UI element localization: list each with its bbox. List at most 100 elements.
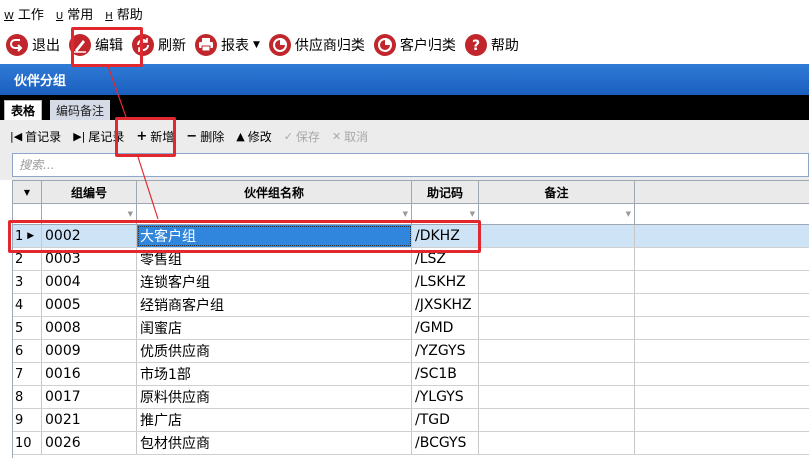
- help-button[interactable]: ? 帮助: [464, 29, 519, 61]
- menu-common[interactable]: U 常用: [56, 4, 93, 23]
- menu-work[interactable]: W 工作: [4, 4, 44, 23]
- modify-button-label: 修改: [247, 129, 272, 144]
- cell-mnemonic[interactable]: /BCGYS: [412, 432, 479, 454]
- cell-note[interactable]: [479, 363, 635, 385]
- chevron-down-icon: ▼: [253, 40, 260, 50]
- cell-name[interactable]: 推广店: [137, 409, 412, 431]
- annotation-box-add: [115, 117, 176, 157]
- cell-note[interactable]: [479, 409, 635, 431]
- column-header[interactable]: 伙伴组名称: [137, 181, 412, 203]
- menu-help[interactable]: H 帮助: [105, 4, 143, 23]
- row-number: 4: [13, 294, 42, 316]
- cell-code[interactable]: 0021: [42, 409, 137, 431]
- pie-chart-icon: [268, 34, 291, 56]
- cell-note[interactable]: [479, 340, 635, 362]
- triangle-up-icon: ▲: [236, 129, 245, 143]
- cell-mnemonic[interactable]: /GMD: [412, 317, 479, 339]
- cell-mnemonic[interactable]: /JXSKHZ: [412, 294, 479, 316]
- help-button-label: 帮助: [490, 38, 519, 54]
- column-header[interactable]: 组编号: [42, 181, 137, 203]
- cell-name[interactable]: 市场1部: [137, 363, 412, 385]
- row-number: 3: [13, 271, 42, 293]
- report-button[interactable]: 报表 ▼: [194, 29, 260, 61]
- table-row[interactable]: 3 0004 连锁客户组 /LSKHZ: [13, 271, 809, 294]
- filter-cell[interactable]: ▼: [479, 204, 635, 224]
- cell-note[interactable]: [479, 386, 635, 408]
- menu-work-label: 工作: [17, 7, 44, 23]
- cell-name[interactable]: 包材供应商: [137, 432, 412, 454]
- cell-note[interactable]: [479, 271, 635, 293]
- table-row[interactable]: 9 0021 推广店 /TGD: [13, 409, 809, 432]
- cell-name[interactable]: 优质供应商: [137, 340, 412, 362]
- table-row[interactable]: 7 0016 市场1部 /SC1B: [13, 363, 809, 386]
- table-row[interactable]: 6 0009 优质供应商 /YZGYS: [13, 340, 809, 363]
- customer-classify-label: 客户归类: [399, 38, 456, 54]
- close-icon: ✕: [331, 129, 342, 143]
- row-number: 8: [13, 386, 42, 408]
- grid-header-row: ▼ 组编号 伙伴组名称 助记码 备注: [13, 180, 809, 204]
- menu-work-key: W: [4, 10, 14, 22]
- cancel-button[interactable]: ✕ 取消: [332, 128, 368, 145]
- cell-code[interactable]: 0005: [42, 294, 137, 316]
- cell-mnemonic[interactable]: /YLGYS: [412, 386, 479, 408]
- supplier-classify-button[interactable]: 供应商归类: [268, 29, 365, 61]
- cell-note[interactable]: [479, 225, 635, 247]
- cell-name[interactable]: 原料供应商: [137, 386, 412, 408]
- cell-code[interactable]: 0016: [42, 363, 137, 385]
- table-row[interactable]: 10 0026 包材供应商 /BCGYS: [13, 432, 809, 455]
- section-title: 伙伴分组: [0, 64, 809, 95]
- filter-dropdown-icon[interactable]: ▼: [470, 210, 475, 218]
- checkmark-icon: ✓: [283, 129, 293, 143]
- exit-button[interactable]: 退出: [5, 29, 60, 61]
- help-icon: ?: [464, 34, 487, 56]
- delete-button-label: 删除: [200, 129, 225, 144]
- row-number: 9: [13, 409, 42, 431]
- filter-dropdown-icon[interactable]: ▼: [403, 210, 408, 218]
- refresh-button-label: 刷新: [158, 38, 186, 54]
- tab-table[interactable]: 表格: [4, 100, 43, 120]
- save-button[interactable]: ✓ 保存: [284, 128, 320, 145]
- cell-note[interactable]: [479, 248, 635, 270]
- cell-name[interactable]: 闺蜜店: [137, 317, 412, 339]
- exit-button-label: 退出: [32, 38, 60, 54]
- menu-bar: W 工作 U 常用 H 帮助: [0, 0, 809, 26]
- cell-code[interactable]: 0008: [42, 317, 137, 339]
- filter-dropdown-icon[interactable]: ▼: [626, 210, 631, 218]
- supplier-classify-label: 供应商归类: [294, 38, 365, 54]
- tab-code-notes[interactable]: 编码备注: [50, 100, 111, 120]
- cell-mnemonic[interactable]: /TGD: [412, 409, 479, 431]
- first-record-icon: |◀: [10, 129, 23, 143]
- minus-icon: −: [186, 128, 198, 144]
- cell-name[interactable]: 连锁客户组: [137, 271, 412, 293]
- row-number: 7: [13, 363, 42, 385]
- column-header[interactable]: 备注: [479, 181, 635, 203]
- filter-dropdown-icon[interactable]: ▼: [128, 210, 133, 218]
- first-record-label: 首记录: [25, 129, 62, 144]
- cell-mnemonic[interactable]: /LSKHZ: [412, 271, 479, 293]
- row-indicator-header[interactable]: ▼: [13, 181, 42, 203]
- first-record-button[interactable]: |◀ 首记录: [10, 128, 61, 145]
- cell-mnemonic[interactable]: /YZGYS: [412, 340, 479, 362]
- cell-code[interactable]: 0004: [42, 271, 137, 293]
- cell-code[interactable]: 0026: [42, 432, 137, 454]
- printer-icon: [195, 34, 217, 56]
- modify-button[interactable]: ▲ 修改: [236, 128, 271, 145]
- cell-note[interactable]: [479, 317, 635, 339]
- row-number: 10: [13, 432, 42, 454]
- table-row[interactable]: 5 0008 闺蜜店 /GMD: [13, 317, 809, 340]
- table-row[interactable]: 8 0017 原料供应商 /YLGYS: [13, 386, 809, 409]
- menu-help-key: H: [105, 10, 113, 22]
- annotation-box-edit: [71, 27, 143, 67]
- cell-note[interactable]: [479, 432, 635, 454]
- menu-common-label: 常用: [67, 7, 94, 23]
- column-header[interactable]: 助记码: [412, 181, 479, 203]
- table-row[interactable]: 4 0005 经销商客户组 /JXSKHZ: [13, 294, 809, 317]
- delete-button[interactable]: − 删除: [186, 128, 224, 145]
- customer-classify-button[interactable]: 客户归类: [373, 29, 456, 61]
- row-number: 6: [13, 340, 42, 362]
- cell-note[interactable]: [479, 294, 635, 316]
- cell-code[interactable]: 0009: [42, 340, 137, 362]
- cell-name[interactable]: 经销商客户组: [137, 294, 412, 316]
- cell-mnemonic[interactable]: /SC1B: [412, 363, 479, 385]
- cell-code[interactable]: 0017: [42, 386, 137, 408]
